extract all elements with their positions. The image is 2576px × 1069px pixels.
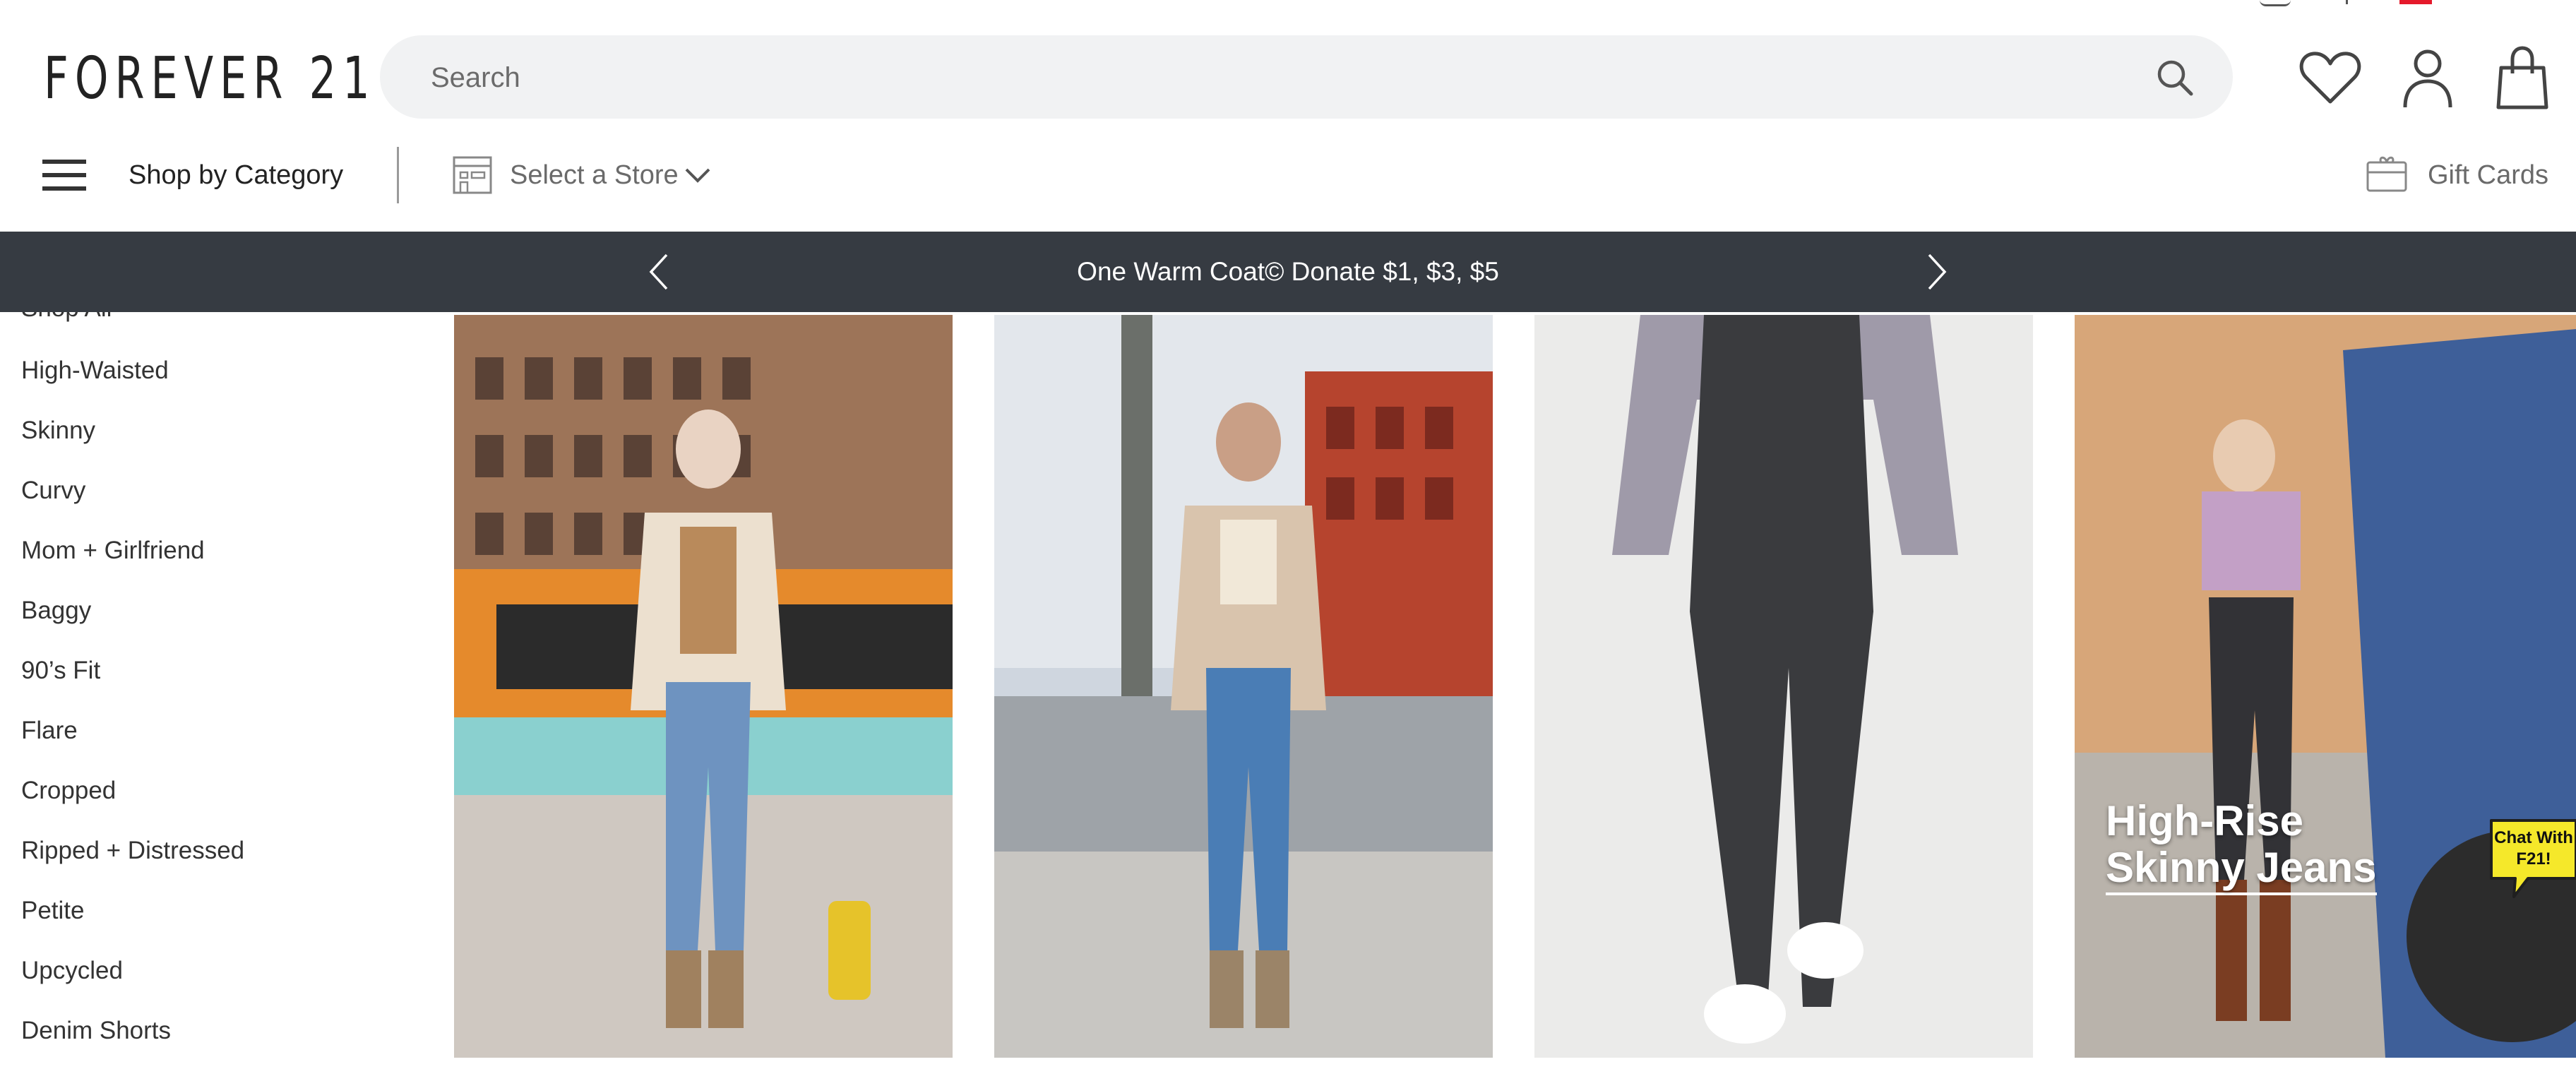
- menu-icon[interactable]: [42, 157, 86, 193]
- product-image[interactable]: [2075, 315, 2576, 1058]
- pin-icon[interactable]: [2346, 0, 2348, 4]
- sidebar-item-curvy[interactable]: Curvy: [21, 474, 85, 507]
- account-icon[interactable]: [2392, 42, 2463, 113]
- heart-icon[interactable]: [2295, 42, 2366, 113]
- nav-divider: [397, 147, 399, 203]
- chat-bubble-icon[interactable]: [2260, 0, 2291, 6]
- sidebar-item-ripped-distressed[interactable]: Ripped + Distressed: [21, 835, 244, 867]
- sidebar-item-baggy[interactable]: Baggy: [21, 595, 91, 627]
- sidebar-item-cropped[interactable]: Cropped: [21, 775, 116, 807]
- select-store-button[interactable]: Select a Store: [510, 157, 679, 193]
- product-image[interactable]: [1534, 315, 2033, 1058]
- sidebar-item-petite[interactable]: Petite: [21, 895, 85, 927]
- gift-cards-link[interactable]: Gift Cards: [2428, 157, 2548, 193]
- bag-icon[interactable]: [2487, 42, 2558, 113]
- sidebar-item-flare[interactable]: Flare: [21, 715, 78, 747]
- sidebar-item-90s-fit[interactable]: 90’s Fit: [21, 655, 100, 687]
- chat-label-line1: Chat With: [2494, 828, 2573, 847]
- sidebar-item-mom-girlfriend[interactable]: Mom + Girlfriend: [21, 534, 205, 567]
- chevron-right-icon[interactable]: [1915, 251, 1957, 293]
- chat-label-line2: F21!: [2516, 849, 2551, 868]
- product-card[interactable]: [454, 315, 953, 1058]
- product-card[interactable]: [1534, 315, 2033, 1058]
- shop-by-category-button[interactable]: Shop by Category: [129, 157, 343, 193]
- promo-banner-text[interactable]: One Warm Coat© Donate $1, $3, $5: [0, 232, 2576, 312]
- search-icon[interactable]: [2154, 56, 2196, 99]
- brand-logo[interactable]: FOREVER 21: [44, 44, 376, 114]
- sidebar-item-high-waisted[interactable]: High-Waisted: [21, 354, 169, 387]
- chat-widget[interactable]: Chat With F21!: [2486, 815, 2576, 900]
- promo-title-line2: Skinny Jeans: [2106, 844, 2377, 895]
- product-card[interactable]: High-Rise Skinny Jeans: [2075, 315, 2576, 1058]
- gift-card-icon: [2366, 156, 2407, 192]
- top-utility-strip: [2260, 0, 2556, 6]
- product-image[interactable]: [994, 315, 1493, 1058]
- store-icon: [453, 156, 492, 194]
- product-image[interactable]: [454, 315, 953, 1058]
- category-sidebar: Shop All High-Waisted Skinny Curvy Mom +…: [0, 282, 424, 1069]
- flag-icon[interactable]: [2399, 0, 2432, 4]
- product-card[interactable]: [994, 315, 1493, 1058]
- sidebar-item-skinny[interactable]: Skinny: [21, 414, 95, 447]
- search-bar: [380, 35, 2233, 120]
- sidebar-item-upcycled[interactable]: Upcycled: [21, 955, 123, 987]
- chevron-left-icon[interactable]: [638, 251, 681, 293]
- search-input[interactable]: [429, 35, 2113, 120]
- sidebar-item-denim-shorts[interactable]: Denim Shorts: [21, 1015, 171, 1047]
- promo-title-line1: High-Rise: [2106, 797, 2304, 844]
- chevron-down-icon[interactable]: [684, 165, 712, 185]
